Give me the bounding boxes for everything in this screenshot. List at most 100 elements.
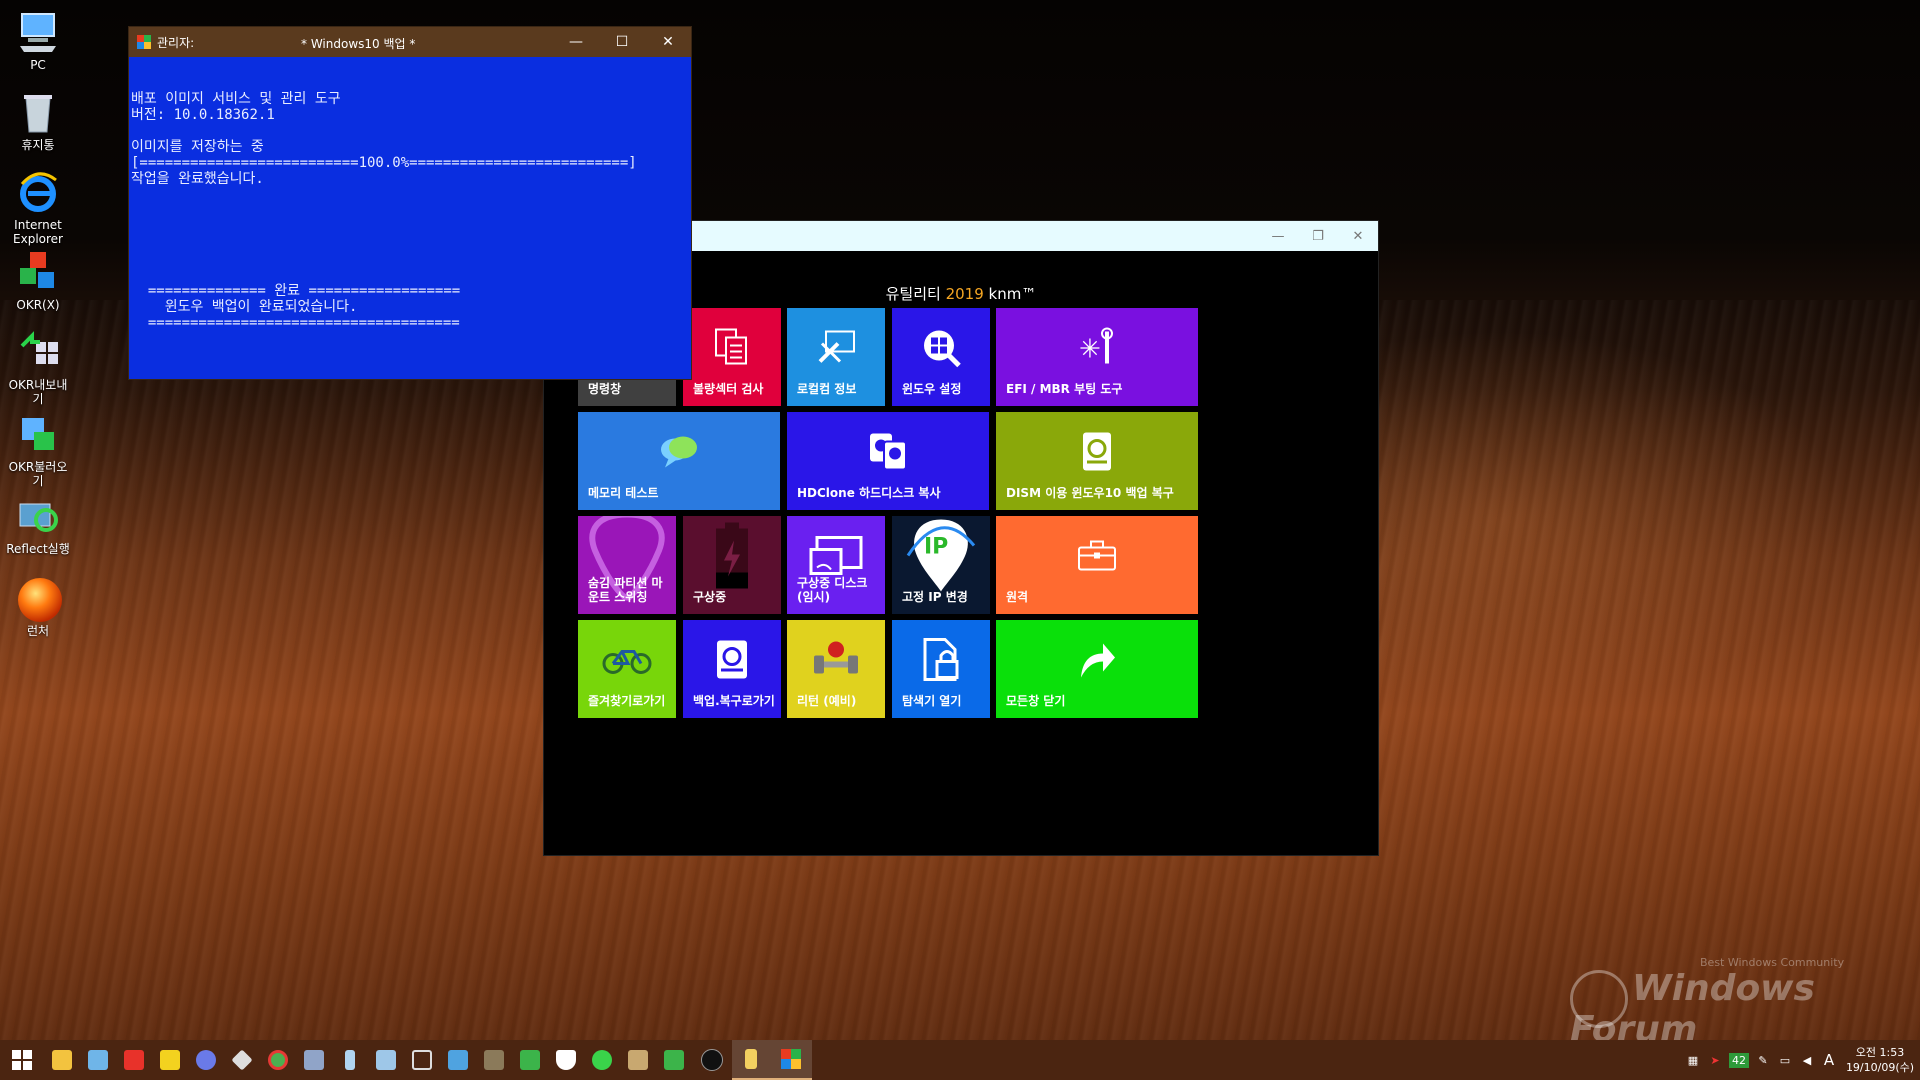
tile-share-arrow[interactable]: 모든창 닫기 [996, 620, 1198, 718]
taskbar-file-explorer[interactable] [44, 1040, 80, 1080]
windows-start-icon [12, 1050, 32, 1070]
heading-brand: knm™ [983, 285, 1037, 303]
taskbar-player[interactable] [152, 1040, 188, 1080]
desktop-icon-okr-export[interactable]: OKR내보내기 [4, 330, 72, 406]
tile-pick[interactable]: 숨김 파티션 마운트 스위칭 [578, 516, 676, 614]
maximize-button[interactable]: ☐ [599, 27, 645, 57]
shield-icon [556, 1050, 576, 1070]
start-button[interactable] [0, 1040, 44, 1080]
taskbar-app-bottle[interactable] [332, 1040, 368, 1080]
taskbar-app-box[interactable] [620, 1040, 656, 1080]
tray-ime[interactable]: A [1818, 1051, 1840, 1069]
close-button[interactable]: ✕ [645, 27, 691, 57]
desktop-icon-pc[interactable]: PC [4, 10, 72, 72]
close-button[interactable]: ✕ [1338, 221, 1378, 251]
car-icon [520, 1050, 540, 1070]
desktop-icon-okr-import[interactable]: OKR불러오기 [4, 412, 72, 488]
dumbbell-icon [812, 640, 860, 683]
sync-icon [592, 1050, 612, 1070]
desktop-icon-label: OKR(X) [16, 298, 60, 312]
taskbar-app-sync[interactable] [584, 1040, 620, 1080]
tile-disk-copy[interactable]: HDClone 하드디스크 복사 [787, 412, 989, 510]
tile-backup-drive[interactable]: 백업.복구로가기 [683, 620, 781, 718]
tile-wrench[interactable]: ✳ EFI / MBR 부팅 도구 [996, 308, 1198, 406]
launcher-icon [16, 576, 62, 622]
monitor-icon [88, 1050, 108, 1070]
desktop-icon-label: 휴지통 [21, 138, 55, 152]
taskbar-computer[interactable] [80, 1040, 116, 1080]
laptop-icon [448, 1050, 468, 1070]
taskbar-app-tools[interactable] [404, 1040, 440, 1080]
taskbar-app-ball[interactable] [692, 1040, 732, 1080]
cast-icon [809, 536, 863, 579]
taskbar-app-grid[interactable] [368, 1040, 404, 1080]
diamond-icon [231, 1049, 253, 1071]
tray-badge[interactable]: 42 [1729, 1052, 1749, 1068]
reflect-icon [16, 494, 60, 538]
tile-label: 즐겨찾기로가기 [588, 694, 666, 708]
tray-volume-icon[interactable]: ◀ [1796, 1054, 1818, 1067]
recycle-bin-icon [16, 90, 60, 134]
tray-arrow-icon[interactable]: ➤ [1704, 1054, 1726, 1067]
taskbar-app-diamond[interactable] [224, 1040, 260, 1080]
taskbar-app-shield[interactable] [548, 1040, 584, 1080]
desktop-icon-reflect[interactable]: Reflect실행 [4, 494, 72, 556]
tile-label: 메모리 테스트 [588, 486, 659, 500]
desktop-icon-ie[interactable]: Internet Explorer [4, 170, 72, 246]
taskbar-app-h[interactable] [656, 1040, 692, 1080]
tile-label: 명령창 [588, 382, 622, 396]
taskbar-app-car[interactable] [512, 1040, 548, 1080]
utility-window-controls: — ❐ ✕ [1258, 221, 1378, 251]
tray-pen-icon[interactable]: ✎ [1752, 1054, 1774, 1067]
desktop-icon-launcher[interactable]: 런처 [4, 576, 72, 638]
taskbar-app-red[interactable] [116, 1040, 152, 1080]
tile-tools[interactable]: 로컬컴 정보 [787, 308, 885, 406]
tile-lock-file[interactable]: 탐색기 열기 [892, 620, 990, 718]
tile-documents[interactable]: 불량섹터 검사 [683, 308, 781, 406]
tile-briefcase[interactable]: 원격 [996, 516, 1198, 614]
tray-grid-icon[interactable]: ▦ [1682, 1054, 1704, 1067]
tray-clock[interactable]: 오전 1:53 19/10/09(수) [1840, 1045, 1920, 1075]
tile-label: 로컬컴 정보 [797, 382, 857, 396]
cmd-title-prefix: 관리자: [157, 35, 195, 50]
tile-label: 숨김 파티션 마운트 스위칭 [588, 576, 663, 604]
okr-export-icon [16, 330, 60, 374]
restore-button[interactable]: ❐ [1298, 221, 1338, 251]
tray-network-icon[interactable]: ▭ [1774, 1054, 1796, 1067]
heading-year: 2019 [945, 285, 984, 303]
desktop-icon-label: OKR내보내기 [8, 378, 68, 406]
taskbar-app-chrome[interactable] [260, 1040, 296, 1080]
taskbar-app-image[interactable] [476, 1040, 512, 1080]
tile-label: 원격 [1006, 590, 1029, 604]
cmd-output: 배포 이미지 서비스 및 관리 도구 버전: 10.0.18362.1 이미지를… [131, 91, 637, 331]
taskbar-app-people[interactable] [296, 1040, 332, 1080]
desktop-icon-okr[interactable]: OKR(X) [4, 250, 72, 312]
cmd-window-controls: — ☐ ✕ [553, 27, 691, 57]
minimize-button[interactable]: — [553, 27, 599, 57]
tile-chat[interactable]: 메모리 테스트 [578, 412, 780, 510]
cmd-titlebar[interactable]: 관리자: * Windows10 백업 * — ☐ ✕ [129, 27, 691, 57]
documents-icon [714, 328, 750, 371]
desktop-icon-label: OKR불러오기 [8, 460, 68, 488]
taskbar-cmd-window[interactable] [770, 1040, 812, 1080]
desktop-icon-recycle-bin[interactable]: 휴지통 [4, 90, 72, 152]
tile-drive-restore[interactable]: DISM 이용 윈도우10 백업 복구 [996, 412, 1198, 510]
tile-label: 모든창 닫기 [1006, 694, 1066, 708]
tile-ip-pin[interactable]: IP 고정 IP 변경 [892, 516, 990, 614]
tile-bicycle[interactable]: 즐겨찾기로가기 [578, 620, 676, 718]
desktop-icon-label: Internet Explorer [13, 218, 63, 246]
tile-cast[interactable]: 구상중 디스크 (임시) [787, 516, 885, 614]
tile-label: HDClone 하드디스크 복사 [797, 486, 941, 500]
taskbar-app-sphere[interactable] [188, 1040, 224, 1080]
minimize-button[interactable]: — [1258, 221, 1298, 251]
tile-label: 백업.복구로가기 [693, 694, 775, 708]
tile-dumbbell[interactable]: 리턴 (예비) [787, 620, 885, 718]
tile-battery[interactable]: 구상중 [683, 516, 781, 614]
tile-label: 구상중 디스크 (임시) [797, 576, 868, 604]
red-app-icon [124, 1050, 144, 1070]
taskbar-app-note[interactable] [732, 1040, 770, 1080]
tile-windows-search[interactable]: 윈도우 설정 [892, 308, 990, 406]
note-icon [745, 1049, 757, 1069]
taskbar-app-laptop[interactable] [440, 1040, 476, 1080]
system-tray: ▦ ➤ 42 ✎ ▭ ◀ A 오전 1:53 19/10/09(수) [1682, 1040, 1920, 1080]
